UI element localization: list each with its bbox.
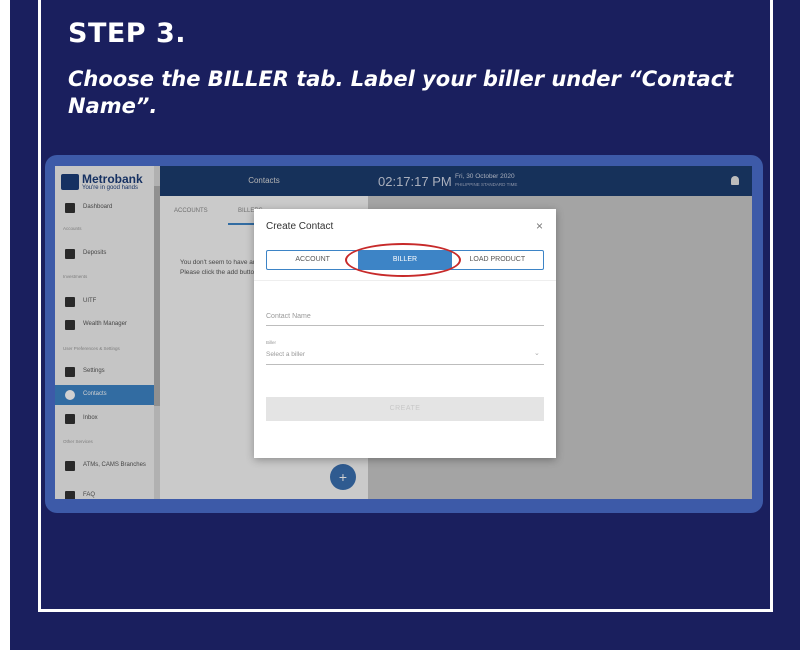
contact-name-underline — [266, 325, 544, 326]
app-screenshot: Metrobank You're in good hands Dashboard… — [55, 166, 752, 499]
modal-title: Create Contact — [266, 221, 334, 232]
create-contact-modal: Create Contact × ACCOUNT BILLER LOAD PRO… — [254, 209, 556, 458]
biller-highlight-circle — [345, 243, 461, 277]
close-icon[interactable]: × — [536, 219, 543, 233]
contact-name-input[interactable]: Contact Name — [266, 313, 311, 320]
create-button[interactable]: CREATE — [266, 397, 544, 421]
biller-underline — [266, 364, 544, 365]
biller-label: Biller — [266, 340, 277, 345]
divider — [254, 280, 556, 281]
tab-load-product[interactable]: LOAD PRODUCT — [452, 251, 543, 269]
step-instruction: Choose the BILLER tab. Label your biller… — [68, 67, 734, 118]
biller-select[interactable]: Select a biller — [266, 351, 305, 358]
chevron-down-icon[interactable]: ⌄ — [534, 349, 540, 357]
step-title: STEP 3. — [68, 18, 187, 49]
